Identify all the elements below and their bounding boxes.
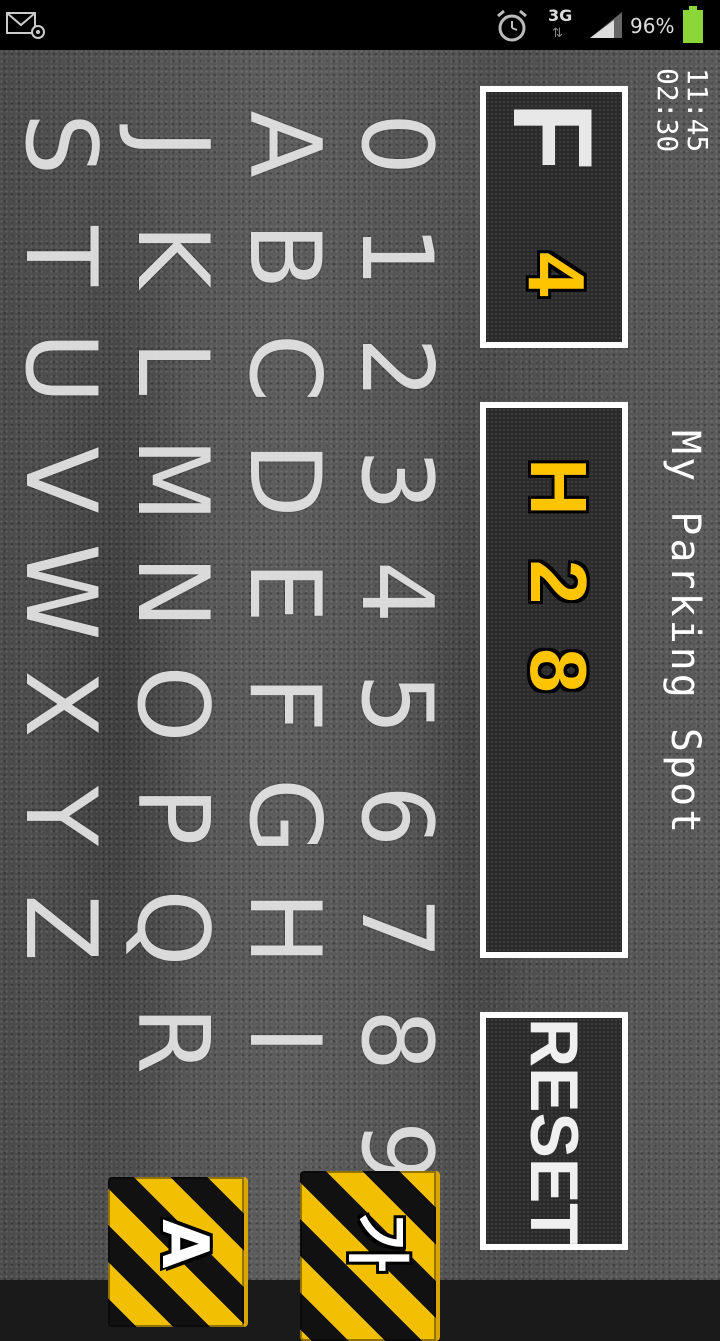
key-g[interactable]: G	[227, 760, 341, 872]
key-v[interactable]: V	[3, 424, 117, 536]
key-row-a-i: A B C D E F G H I	[227, 88, 341, 1320]
key-4[interactable]: 4	[339, 536, 453, 648]
key-z[interactable]: Z	[3, 872, 117, 984]
key-0[interactable]: 0	[339, 88, 453, 200]
network-type: 3G	[548, 6, 573, 25]
key-6[interactable]: 6	[339, 760, 453, 872]
key-row-s-z: S T U V W X Y Z	[3, 88, 117, 1320]
key-b[interactable]: B	[227, 200, 341, 312]
key-row-digits: 0 1 2 3 4 5 6 7 8 9 △	[339, 88, 453, 1320]
floor-letter: F	[490, 102, 615, 171]
app-title: My Parking Spot	[662, 430, 708, 837]
alarm-clock-icon	[497, 9, 527, 42]
key-t[interactable]: T	[3, 200, 117, 312]
app-canvas: 11:45 02:30 My Parking Spot F 4 H28 RESE…	[0, 50, 720, 1341]
key-n[interactable]: N	[115, 536, 229, 648]
reset-label: RESET	[516, 1018, 592, 1245]
key-r[interactable]: R	[115, 984, 229, 1096]
key-3[interactable]: 3	[339, 424, 453, 536]
keyboard: 0 1 2 3 4 5 6 7 8 9 △ A B C D E F G H I …	[3, 88, 453, 1320]
key-a[interactable]: A	[227, 88, 341, 200]
clock-elapsed: 02:30	[651, 68, 684, 153]
key-d[interactable]: D	[227, 424, 341, 536]
clock: 11:45 02:30	[651, 68, 714, 208]
key-1[interactable]: 1	[339, 200, 453, 312]
key-s[interactable]: S	[3, 88, 117, 200]
spot-code: H28	[514, 458, 603, 737]
key-p[interactable]: P	[115, 760, 229, 872]
key-7[interactable]: 7	[339, 872, 453, 984]
spot-display[interactable]: H28	[480, 402, 628, 958]
key-e[interactable]: E	[227, 536, 341, 648]
key-q[interactable]: Q	[115, 872, 229, 984]
floor-display[interactable]: F 4	[480, 86, 628, 348]
email-at-icon	[6, 12, 45, 39]
key-l[interactable]: L	[115, 312, 229, 424]
key-o[interactable]: O	[115, 648, 229, 760]
network-activity-icon: ⇅	[552, 26, 563, 41]
key-j[interactable]: J	[115, 88, 229, 200]
key-u[interactable]: U	[3, 312, 117, 424]
battery-icon	[683, 6, 703, 43]
key-y[interactable]: Y	[3, 760, 117, 872]
key-x[interactable]: X	[3, 648, 117, 760]
battery-percent: 96%	[630, 14, 675, 38]
korean-keyboard-label: 가	[339, 1213, 413, 1272]
key-f[interactable]: F	[227, 648, 341, 760]
korean-keyboard-button[interactable]: 가	[300, 1171, 440, 1341]
key-row-j-r: J K L M N O P Q R	[115, 88, 229, 1320]
reset-button[interactable]: RESET	[480, 1012, 628, 1250]
key-w[interactable]: W	[3, 536, 117, 648]
key-h[interactable]: H	[227, 872, 341, 984]
key-2[interactable]: 2	[339, 312, 453, 424]
floor-number: 4	[512, 252, 601, 297]
clock-time: 11:45	[681, 68, 714, 153]
alphabet-keyboard-label: A	[147, 1219, 221, 1269]
status-bar: 3G ⇅ 96%	[0, 0, 720, 50]
key-c[interactable]: C	[227, 312, 341, 424]
key-5[interactable]: 5	[339, 648, 453, 760]
key-k[interactable]: K	[115, 200, 229, 312]
alphabet-keyboard-button[interactable]: A	[108, 1177, 248, 1327]
signal-bars-icon	[590, 12, 622, 38]
key-8[interactable]: 8	[339, 984, 453, 1096]
key-m[interactable]: M	[115, 424, 229, 536]
key-i[interactable]: I	[227, 984, 341, 1096]
